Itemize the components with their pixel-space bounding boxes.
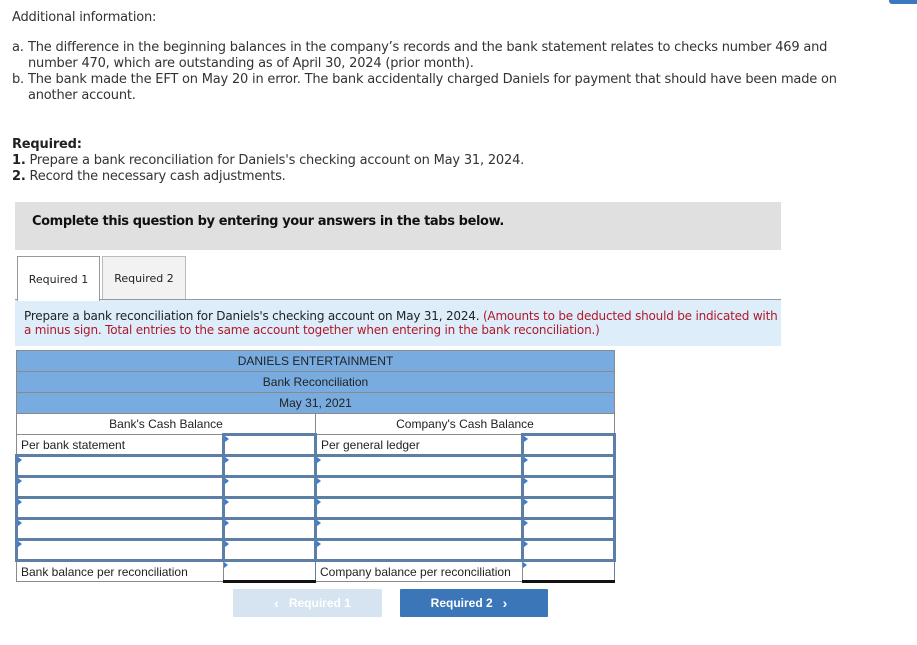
table-row	[15, 517, 616, 541]
table-row	[15, 496, 616, 520]
required-section: Required: 1. Prepare a bank reconciliati…	[12, 137, 524, 185]
company-balance-total-input[interactable]	[522, 562, 614, 580]
company-item-amount[interactable]	[520, 517, 616, 541]
bank-item-amount-input[interactable]	[224, 478, 314, 496]
bank-balance-total-input[interactable]	[223, 562, 315, 580]
company-item-label[interactable]	[313, 475, 524, 499]
item-marker: a.	[12, 40, 24, 55]
company-item-label-input[interactable]	[316, 499, 521, 517]
bank-item-amount[interactable]	[221, 517, 317, 541]
table-row	[15, 538, 616, 562]
bank-reconciliation-table: DANIELS ENTERTAINMENT Bank Reconciliatio…	[15, 350, 616, 583]
statement-date: May 31, 2021	[16, 392, 615, 414]
company-cash-balance-header: Company's Cash Balance	[314, 413, 616, 435]
company-item-amount-input[interactable]	[523, 457, 613, 475]
chevron-right-icon: ›	[502, 595, 508, 611]
company-item-label[interactable]	[313, 517, 524, 541]
bank-item-amount-input[interactable]	[224, 457, 314, 475]
required-item: 1. Prepare a bank reconciliation for Dan…	[12, 153, 524, 169]
next-required-2-button[interactable]: Required 2 ›	[400, 589, 548, 617]
company-item-amount-input[interactable]	[523, 478, 613, 496]
bank-item-label[interactable]	[15, 517, 225, 541]
item-text: The bank made the EFT on May 20 in error…	[28, 72, 837, 103]
company-item-label[interactable]	[313, 496, 524, 520]
prompt-text: Prepare a bank reconciliation for Daniel…	[24, 309, 480, 323]
bank-item-amount-input[interactable]	[224, 499, 314, 517]
bank-item-amount[interactable]	[221, 475, 317, 499]
company-item-label-input[interactable]	[316, 457, 521, 475]
company-item-label[interactable]	[313, 454, 524, 478]
per-general-ledger-label: Per general ledger	[314, 434, 523, 456]
additional-info-item: b. The bank made the EFT on May 20 in er…	[12, 72, 852, 104]
item-text: The difference in the beginning balances…	[28, 40, 828, 71]
company-item-amount[interactable]	[520, 475, 616, 499]
bank-balance-total[interactable]	[222, 560, 316, 583]
bank-item-label-input[interactable]	[18, 499, 222, 517]
company-item-label-input[interactable]	[316, 478, 521, 496]
chevron-left-icon: ‹	[274, 595, 279, 611]
tab-required-2[interactable]: Required 2	[102, 256, 186, 300]
bank-cash-balance-header: Bank's Cash Balance	[16, 413, 316, 435]
bank-item-label-input[interactable]	[18, 478, 222, 496]
table-row	[15, 475, 616, 499]
company-item-amount-input[interactable]	[523, 520, 613, 538]
company-name: DANIELS ENTERTAINMENT	[16, 350, 615, 372]
required-text: Prepare a bank reconciliation for Daniel…	[25, 153, 525, 168]
company-balance-per-reconciliation-label: Company balance per reconciliation	[314, 560, 523, 582]
bank-item-amount[interactable]	[221, 454, 317, 478]
required-item: 2. Record the necessary cash adjustments…	[12, 169, 524, 185]
bank-item-label-input[interactable]	[18, 520, 222, 538]
company-item-label[interactable]	[313, 538, 524, 562]
bank-item-amount[interactable]	[221, 496, 317, 520]
required-text: Record the necessary cash adjustments.	[25, 169, 286, 184]
required-heading: Required:	[12, 137, 82, 152]
bank-item-amount-input[interactable]	[224, 520, 314, 538]
question-prompt: Prepare a bank reconciliation for Daniel…	[15, 299, 781, 346]
additional-info-title: Additional information:	[12, 10, 157, 25]
per-general-ledger-amount[interactable]	[520, 433, 616, 457]
company-item-amount[interactable]	[520, 454, 616, 478]
instruction-text: Complete this question by entering your …	[32, 214, 504, 229]
per-bank-statement-label: Per bank statement	[16, 434, 224, 456]
bank-item-label[interactable]	[15, 454, 225, 478]
per-general-ledger-input[interactable]	[523, 436, 613, 454]
company-item-label-input[interactable]	[316, 520, 521, 538]
prev-button-label: Required 1	[288, 596, 351, 610]
company-item-amount[interactable]	[520, 538, 616, 562]
tab-required-1[interactable]: Required 1	[17, 256, 100, 301]
bank-item-amount[interactable]	[221, 538, 317, 562]
instruction-box: Complete this question by entering your …	[15, 202, 781, 250]
company-item-amount[interactable]	[520, 496, 616, 520]
additional-info-list: a. The difference in the beginning balan…	[12, 40, 852, 104]
company-item-amount-input[interactable]	[523, 499, 613, 517]
next-button-label: Required 2	[430, 596, 493, 610]
per-bank-statement-input[interactable]	[224, 436, 314, 454]
company-item-label-input[interactable]	[316, 541, 521, 559]
item-marker: b.	[12, 72, 24, 87]
additional-info-item: a. The difference in the beginning balan…	[12, 40, 852, 72]
required-num: 2.	[12, 169, 26, 184]
company-item-amount-input[interactable]	[523, 541, 613, 559]
top-accent-bar	[889, 0, 917, 4]
statement-title: Bank Reconciliation	[16, 371, 615, 393]
bank-item-label[interactable]	[15, 538, 225, 562]
bank-item-amount-input[interactable]	[224, 541, 314, 559]
required-num: 1.	[12, 153, 26, 168]
company-balance-total[interactable]	[521, 560, 615, 583]
bank-item-label[interactable]	[15, 496, 225, 520]
bank-item-label[interactable]	[15, 475, 225, 499]
prev-required-1-button[interactable]: ‹ Required 1	[233, 589, 382, 617]
bank-item-label-input[interactable]	[18, 541, 222, 559]
table-row	[15, 454, 616, 478]
bank-item-label-input[interactable]	[18, 457, 222, 475]
per-bank-statement-amount[interactable]	[221, 433, 317, 457]
bank-balance-per-reconciliation-label: Bank balance per reconciliation	[16, 560, 224, 582]
